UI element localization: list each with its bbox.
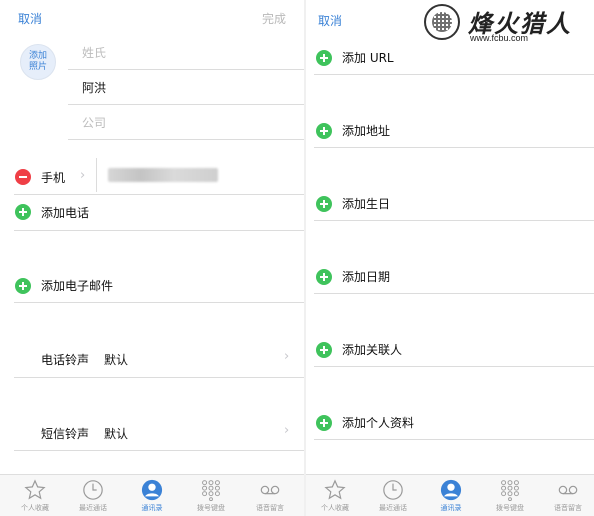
divider (314, 366, 594, 367)
add-url-icon[interactable] (316, 50, 332, 66)
tab-recents[interactable]: 最近通话 (64, 475, 122, 516)
company-field[interactable]: 公司 (82, 114, 106, 131)
add-phone-button[interactable]: 添加电话 (41, 204, 89, 221)
tab-label: 个人收藏 (21, 504, 49, 512)
keypad-icon (202, 480, 220, 501)
tab-label: 最近通话 (379, 504, 407, 512)
done-button[interactable]: 完成 (262, 10, 286, 27)
chevron-right-icon[interactable]: › (284, 349, 289, 364)
add-birthday-icon[interactable] (316, 196, 332, 212)
ringtone-label[interactable]: 电话铃声 (41, 351, 89, 368)
contacts-icon (141, 479, 163, 501)
chevron-right-icon[interactable]: › (80, 168, 85, 183)
seal-icon (424, 4, 460, 40)
tab-label: 语音留言 (256, 504, 284, 512)
tab-voicemail[interactable]: 语音留言 (241, 475, 299, 516)
star-icon (24, 479, 46, 500)
add-email-button[interactable]: 添加电子邮件 (41, 277, 113, 294)
remove-phone-icon[interactable] (15, 169, 31, 185)
add-address-icon[interactable] (316, 123, 332, 139)
add-url-button[interactable]: 添加 URL (342, 49, 394, 66)
divider (68, 104, 304, 105)
add-photo-label: 添加 照片 (28, 51, 47, 72)
tab-label: 最近通话 (79, 504, 107, 512)
tab-label: 拨号键盘 (197, 504, 225, 512)
add-phone-icon[interactable] (15, 204, 31, 220)
clock-icon (383, 480, 403, 500)
divider (14, 194, 304, 195)
tab-contacts[interactable]: 通讯录 (422, 475, 480, 516)
divider (314, 293, 594, 294)
add-address-button[interactable]: 添加地址 (342, 122, 390, 139)
add-social-profile-icon[interactable] (316, 415, 332, 431)
divider (14, 230, 304, 231)
add-related-name-button[interactable]: 添加关联人 (342, 341, 402, 358)
divider (314, 74, 594, 75)
divider (14, 302, 304, 303)
add-related-name-icon[interactable] (316, 342, 332, 358)
cancel-button[interactable]: 取消 (318, 12, 342, 29)
phone-label[interactable]: 手机 (41, 169, 65, 186)
add-photo-button[interactable]: 添加 照片 (20, 44, 56, 80)
add-social-profile-button[interactable]: 添加个人资料 (342, 414, 414, 431)
divider (96, 158, 97, 192)
tab-keypad[interactable]: 拨号键盘 (182, 475, 240, 516)
tab-label: 通讯录 (440, 504, 462, 512)
last-name-field[interactable]: 姓氏 (82, 44, 106, 61)
add-email-icon[interactable] (15, 278, 31, 294)
tab-label: 通讯录 (141, 504, 163, 512)
tab-label: 拨号键盘 (496, 504, 524, 512)
divider (14, 377, 304, 378)
new-contact-panel-right: 取消 添加 URL 添加地址 添加生日 添加日期 添加关联人 添加个人资料 个人… (306, 0, 594, 516)
first-name-field[interactable]: 阿洪 (82, 79, 106, 96)
tab-label: 语音留言 (554, 504, 582, 512)
add-birthday-button[interactable]: 添加生日 (342, 195, 390, 212)
watermark-url: www.fcbu.com (470, 33, 529, 43)
phone-number-field[interactable] (108, 168, 218, 182)
keypad-icon (501, 480, 519, 501)
tab-voicemail[interactable]: 语音留言 (539, 475, 594, 516)
add-date-icon[interactable] (316, 269, 332, 285)
tab-label: 个人收藏 (321, 504, 349, 512)
add-date-button[interactable]: 添加日期 (342, 268, 390, 285)
tab-favorites[interactable]: 个人收藏 (6, 475, 64, 516)
chevron-right-icon[interactable]: › (284, 423, 289, 438)
tab-bar: 个人收藏 最近通话 通讯录 拨号键盘 语音留言 (306, 474, 594, 516)
cancel-button[interactable]: 取消 (18, 10, 42, 27)
voicemail-icon (558, 485, 578, 495)
tab-keypad[interactable]: 拨号键盘 (481, 475, 539, 516)
divider (314, 147, 594, 148)
divider (314, 220, 594, 221)
contacts-icon (440, 479, 462, 501)
clock-icon (83, 480, 103, 500)
divider (68, 139, 304, 140)
new-contact-panel-left: 取消 完成 添加 照片 姓氏 阿洪 公司 手机 › 添加电话 添加电子邮件 电话… (0, 0, 304, 516)
divider (314, 439, 594, 440)
tab-contacts[interactable]: 通讯录 (123, 475, 181, 516)
tab-favorites[interactable]: 个人收藏 (306, 475, 364, 516)
star-icon (324, 479, 346, 500)
divider (68, 69, 304, 70)
divider (14, 450, 304, 451)
watermark-logo: 烽火猎人 www.fcbu.com (420, 2, 594, 46)
voicemail-icon (260, 485, 280, 495)
tab-bar: 个人收藏 最近通话 通讯录 拨号键盘 语音留言 (0, 474, 304, 516)
text-tone-value[interactable]: 默认 (104, 425, 128, 442)
text-tone-label[interactable]: 短信铃声 (41, 425, 89, 442)
ringtone-value[interactable]: 默认 (104, 351, 128, 368)
tab-recents[interactable]: 最近通话 (364, 475, 422, 516)
